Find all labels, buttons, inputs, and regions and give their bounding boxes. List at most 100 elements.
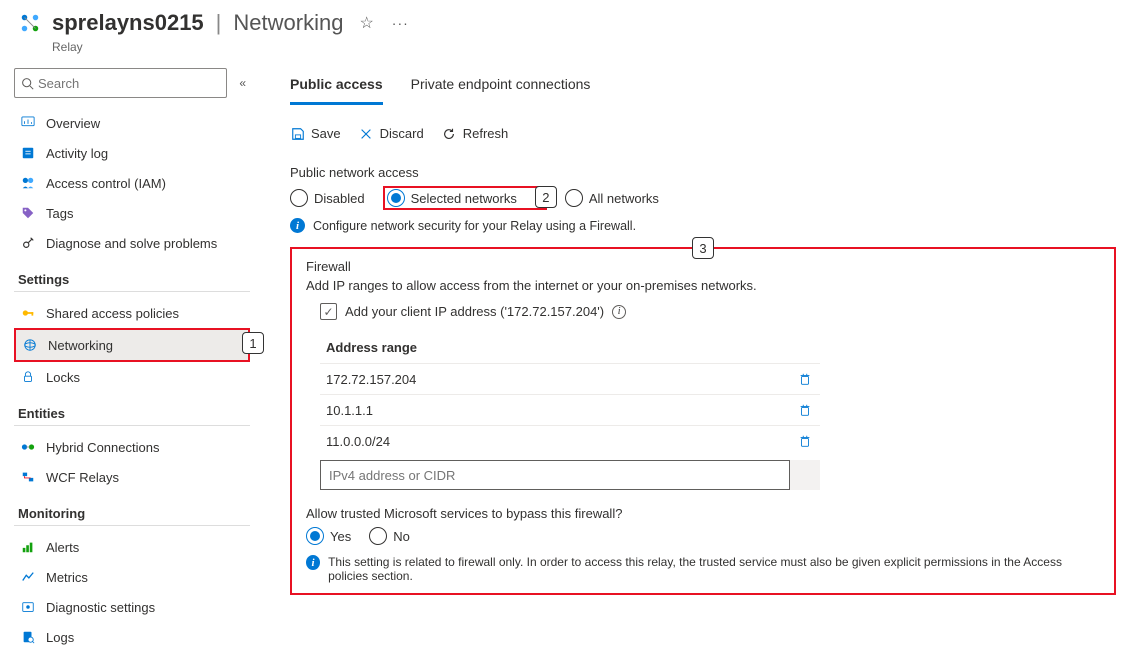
address-row: 10.1.1.1 bbox=[320, 394, 820, 425]
title-separator: | bbox=[216, 10, 222, 36]
radio-icon bbox=[387, 189, 405, 207]
radio-icon bbox=[306, 527, 324, 545]
delete-row-icon[interactable] bbox=[796, 401, 814, 419]
public-access-label: Public network access bbox=[290, 165, 1116, 180]
address-value[interactable]: 11.0.0.0/24 bbox=[326, 434, 796, 449]
sidebar-item-label: Overview bbox=[46, 116, 100, 131]
sidebar-item-alerts[interactable]: Alerts bbox=[14, 532, 250, 562]
sidebar-item-label: Metrics bbox=[46, 570, 88, 585]
favorite-star-icon[interactable]: ☆ bbox=[359, 13, 373, 33]
main-content: Public access Private endpoint connectio… bbox=[260, 62, 1138, 662]
divider bbox=[14, 525, 250, 526]
delete-row-icon[interactable] bbox=[796, 370, 814, 388]
sidebar-item-tags[interactable]: Tags bbox=[14, 198, 250, 228]
more-actions-icon[interactable]: ··· bbox=[392, 15, 409, 31]
sidebar-item-diagnostic-settings[interactable]: Diagnostic settings bbox=[14, 592, 250, 622]
tab-private-endpoints[interactable]: Private endpoint connections bbox=[411, 68, 591, 105]
toolbar: Save Discard Refresh bbox=[290, 120, 1116, 157]
discard-button[interactable]: Discard bbox=[359, 126, 424, 141]
sidebar-item-logs[interactable]: Logs bbox=[14, 622, 250, 652]
sidebar-item-label: Hybrid Connections bbox=[46, 440, 159, 455]
trusted-radios: Yes No bbox=[306, 527, 1100, 545]
blade-title: Networking bbox=[233, 10, 343, 36]
sidebar-item-iam[interactable]: Access control (IAM) bbox=[14, 168, 250, 198]
trusted-info: i This setting is related to firewall on… bbox=[306, 555, 1100, 583]
save-button[interactable]: Save bbox=[290, 126, 341, 141]
sidebar-item-shared-access[interactable]: Shared access policies bbox=[14, 298, 250, 328]
search-icon bbox=[21, 77, 34, 90]
radio-label: Selected networks bbox=[411, 191, 517, 206]
tags-icon bbox=[20, 205, 36, 221]
radio-label: No bbox=[393, 529, 410, 544]
tab-bar: Public access Private endpoint connectio… bbox=[290, 68, 1116, 106]
networking-icon bbox=[22, 337, 38, 353]
network-info: i Configure network security for your Re… bbox=[290, 218, 1116, 233]
sidebar-item-locks[interactable]: Locks bbox=[14, 362, 250, 392]
sidebar-item-label: Activity log bbox=[46, 146, 108, 161]
alerts-icon bbox=[20, 539, 36, 555]
address-value[interactable]: 172.72.157.204 bbox=[326, 372, 796, 387]
sidebar-item-label: Diagnostic settings bbox=[46, 600, 155, 615]
sidebar-item-label: Networking bbox=[48, 338, 113, 353]
radio-selected-networks[interactable]: Selected networks 2 bbox=[383, 186, 547, 210]
address-row: 172.72.157.204 bbox=[320, 363, 820, 394]
sidebar-section-entities: Entities bbox=[18, 406, 250, 421]
callout-3: 3 bbox=[692, 237, 714, 259]
sidebar-item-label: Alerts bbox=[46, 540, 79, 555]
address-value[interactable]: 10.1.1.1 bbox=[326, 403, 796, 418]
add-client-ip-checkbox[interactable] bbox=[320, 303, 337, 320]
firewall-desc: Add IP ranges to allow access from the i… bbox=[306, 278, 1100, 293]
key-icon bbox=[20, 305, 36, 321]
trusted-info-text: This setting is related to firewall only… bbox=[328, 555, 1100, 583]
sidebar-item-label: Diagnose and solve problems bbox=[46, 236, 217, 251]
activity-log-icon bbox=[20, 145, 36, 161]
firewall-section: 3 Firewall Add IP ranges to allow access… bbox=[290, 247, 1116, 595]
sidebar-item-networking[interactable]: Networking bbox=[14, 328, 250, 362]
radio-label: Yes bbox=[330, 529, 351, 544]
radio-yes[interactable]: Yes bbox=[306, 527, 351, 545]
address-input[interactable] bbox=[320, 460, 790, 490]
sidebar-section-settings: Settings bbox=[18, 272, 250, 287]
sidebar-item-wcf[interactable]: WCF Relays bbox=[14, 462, 250, 492]
address-input-row bbox=[320, 460, 820, 490]
sidebar-item-diagnose[interactable]: Diagnose and solve problems bbox=[14, 228, 250, 258]
delete-row-icon[interactable] bbox=[796, 432, 814, 450]
info-tooltip-icon[interactable]: i bbox=[612, 305, 626, 319]
radio-icon bbox=[369, 527, 387, 545]
sidebar-item-label: Logs bbox=[46, 630, 74, 645]
radio-all-networks[interactable]: All networks bbox=[565, 189, 659, 207]
sidebar: « Overview Activity log Access control (… bbox=[0, 62, 260, 662]
radio-icon bbox=[290, 189, 308, 207]
sidebar-search[interactable] bbox=[14, 68, 227, 98]
sidebar-item-label: Locks bbox=[46, 370, 80, 385]
sidebar-item-activity-log[interactable]: Activity log bbox=[14, 138, 250, 168]
sidebar-section-monitoring: Monitoring bbox=[18, 506, 250, 521]
collapse-sidebar-icon[interactable]: « bbox=[235, 72, 250, 94]
relay-resource-icon bbox=[18, 11, 42, 35]
diagnose-icon bbox=[20, 235, 36, 251]
address-row: 11.0.0.0/24 bbox=[320, 425, 820, 456]
search-input[interactable] bbox=[38, 76, 220, 91]
sidebar-item-overview[interactable]: Overview bbox=[14, 108, 250, 138]
info-icon: i bbox=[306, 555, 320, 570]
refresh-label: Refresh bbox=[463, 126, 509, 141]
address-range-header: Address range bbox=[320, 332, 820, 363]
divider bbox=[14, 291, 250, 292]
sidebar-item-hybrid[interactable]: Hybrid Connections bbox=[14, 432, 250, 462]
refresh-button[interactable]: Refresh bbox=[442, 126, 509, 141]
save-label: Save bbox=[311, 126, 341, 141]
page-header: sprelayns0215 | Networking ☆ ··· bbox=[0, 0, 1138, 40]
radio-no[interactable]: No bbox=[369, 527, 410, 545]
callout-1: 1 bbox=[242, 332, 264, 354]
firewall-title: Firewall bbox=[306, 259, 1100, 274]
public-access-radios: Disabled Selected networks 2 All network… bbox=[290, 186, 1116, 210]
lock-icon bbox=[20, 369, 36, 385]
overview-icon bbox=[20, 115, 36, 131]
input-spacer bbox=[790, 460, 820, 490]
address-range-table: Address range 172.72.157.204 10.1.1.1 11… bbox=[320, 332, 820, 490]
info-icon: i bbox=[290, 218, 305, 233]
radio-disabled[interactable]: Disabled bbox=[290, 189, 365, 207]
radio-icon bbox=[565, 189, 583, 207]
tab-public-access[interactable]: Public access bbox=[290, 68, 383, 105]
sidebar-item-metrics[interactable]: Metrics bbox=[14, 562, 250, 592]
